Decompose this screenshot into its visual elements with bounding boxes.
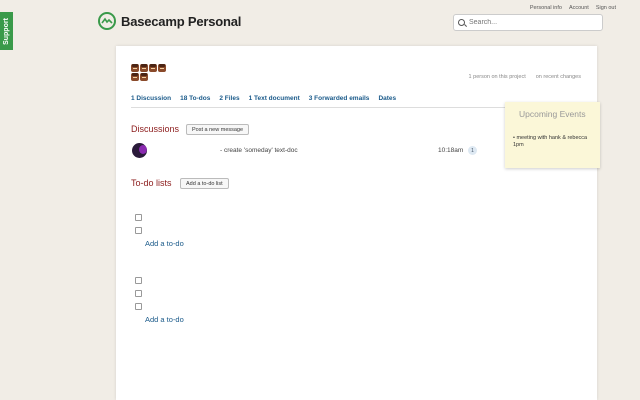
comment-count-badge[interactable]: 1 (468, 146, 477, 155)
todo-lists-heading: To-do lists (131, 178, 172, 188)
tab-dates[interactable]: Dates (378, 95, 396, 107)
tab-forwarded-emails[interactable]: 3 Forwarded emails (309, 95, 370, 107)
tab-todos[interactable]: 18 To-dos (180, 95, 210, 107)
todo-checkbox[interactable] (135, 303, 142, 310)
account-links: Personal info Account Sign out (530, 5, 616, 11)
tab-text-documents[interactable]: 1 Text document (249, 95, 300, 107)
personal-info-link[interactable]: Personal info (530, 5, 562, 11)
avatar (131, 73, 139, 81)
people-avatars[interactable] (131, 64, 171, 81)
add-todo-link[interactable]: Add a to-do (145, 239, 184, 248)
todo-checkbox[interactable] (135, 290, 142, 297)
basecamp-mountain-icon (98, 12, 116, 30)
add-todo-link[interactable]: Add a to-do (145, 315, 184, 324)
sign-out-link[interactable]: Sign out (596, 5, 616, 11)
event-item[interactable]: meeting with hank & rebecca 1pm (513, 135, 593, 149)
events-title: Upcoming Events (519, 109, 586, 119)
people-count[interactable]: 1 person on this project (469, 74, 526, 80)
logo-text: Basecamp Personal (121, 13, 242, 29)
add-todo-list-button[interactable]: Add a to-do list (180, 178, 229, 189)
support-tab[interactable]: Support (0, 12, 13, 50)
tab-files[interactable]: 2 Files (219, 95, 239, 107)
discussion-title[interactable]: - create 'someday' text-doc (220, 147, 298, 154)
search-icon (458, 19, 465, 26)
todo-checkbox[interactable] (135, 227, 142, 234)
avatar (140, 64, 148, 72)
avatar (132, 143, 147, 158)
avatar (140, 73, 148, 81)
search-input[interactable] (469, 19, 599, 26)
avatar (131, 64, 139, 72)
recent-changes[interactable]: on recent changes (536, 74, 581, 80)
support-label: Support (3, 17, 11, 45)
todo-checkbox[interactable] (135, 277, 142, 284)
todo-checkbox[interactable] (135, 214, 142, 221)
account-link[interactable]: Account (569, 5, 589, 11)
search-box[interactable] (453, 14, 603, 31)
discussions-heading: Discussions (131, 124, 180, 134)
avatar (158, 64, 166, 72)
avatar (149, 64, 157, 72)
project-panel: 1 person on this project on recent chang… (116, 46, 597, 400)
post-message-button[interactable]: Post a new message (186, 124, 250, 135)
project-meta: 1 person on this project on recent chang… (469, 74, 581, 80)
logo[interactable]: Basecamp Personal (98, 12, 241, 30)
discussion-time: 10:18am (438, 147, 464, 154)
tab-discussions[interactable]: 1 Discussion (131, 95, 171, 107)
events-list: meeting with hank & rebecca 1pm (513, 135, 593, 149)
upcoming-events-note: Upcoming Events meeting with hank & rebe… (505, 102, 600, 168)
